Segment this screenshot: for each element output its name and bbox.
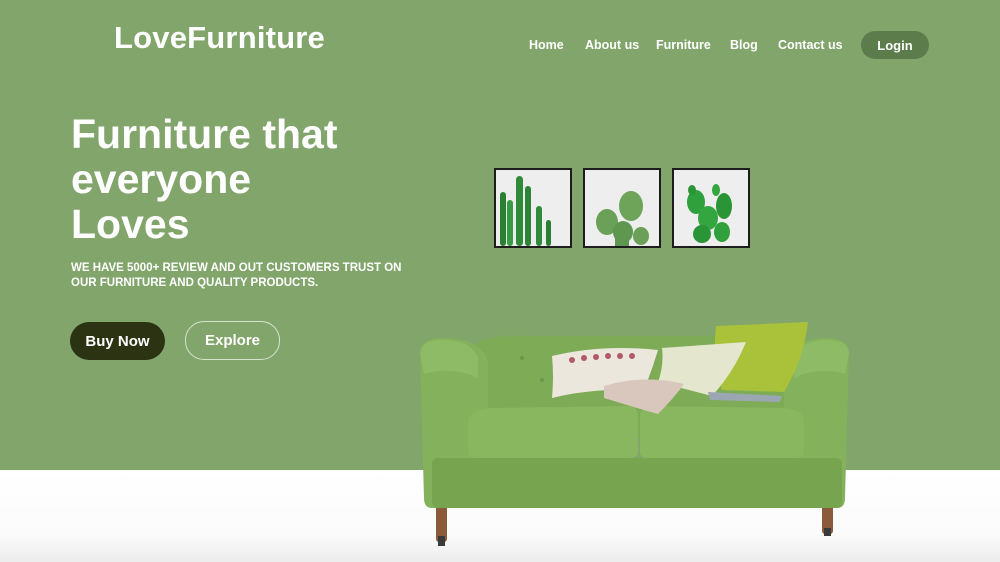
headline-line: Furniture that	[71, 111, 338, 157]
prickly-pear-print	[672, 168, 750, 248]
hero-headline: Furniture that everyone Loves	[71, 112, 431, 247]
nav-blog[interactable]: Blog	[730, 38, 758, 52]
nav-about-us[interactable]: About us	[585, 38, 639, 52]
site-logo[interactable]: LoveFurniture	[114, 20, 325, 56]
tall-cactus-print	[494, 168, 572, 248]
nav-furniture[interactable]: Furniture	[656, 38, 711, 52]
nav-home[interactable]: Home	[529, 38, 564, 52]
subtitle-line: WE HAVE 5000+ REVIEW AND OUT CUSTOMERS T…	[71, 262, 402, 274]
subtitle-line: OUR FURNITURE AND QUALITY PRODUCTS.	[71, 276, 319, 289]
green-velvet-sofa	[420, 322, 849, 546]
headline-line: Loves	[71, 201, 190, 247]
round-cactus-print	[583, 168, 661, 248]
headline-line: everyone	[71, 156, 252, 202]
hero-subtitle: WE HAVE 5000+ REVIEW AND OUT CUSTOMERS T…	[71, 261, 411, 290]
explore-button[interactable]: Explore	[185, 321, 280, 360]
buy-now-button[interactable]: Buy Now	[70, 322, 165, 360]
nav-contact-us[interactable]: Contact us	[778, 38, 843, 52]
login-button[interactable]: Login	[861, 31, 929, 59]
